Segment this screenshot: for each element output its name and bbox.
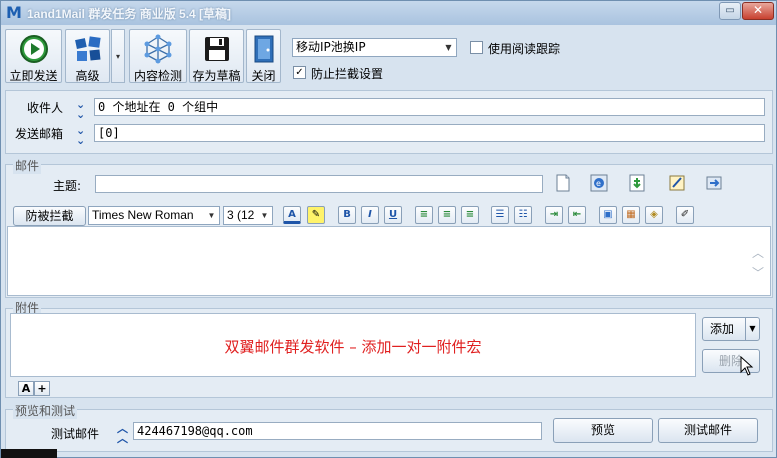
expand-recipients-icon[interactable]: ⌄ ⌄: [76, 99, 85, 120]
play-icon: [19, 35, 48, 63]
format-toolbar: A ✎ B I U ≡ ≡ ≡ ☰ ☷ ⇥ ⇤ ▣ ▦ ◈ ✐: [1, 202, 777, 228]
bold-button[interactable]: B: [338, 206, 356, 224]
floppy-disk-icon: [204, 37, 229, 61]
add-attachment-button[interactable]: 添加 ▼: [702, 317, 760, 341]
preview-section-title: 预览和测试: [13, 402, 78, 419]
insert-image-icon[interactable]: ▣: [599, 206, 617, 224]
read-tracking-label: 使用阅读跟踪: [488, 42, 561, 56]
content-check-button[interactable]: 内容检测: [129, 29, 187, 83]
italic-button[interactable]: I: [361, 206, 379, 224]
subject-label: 主题:: [52, 179, 81, 193]
font-larger-button[interactable]: +: [34, 381, 50, 396]
ip-mode-select[interactable]: 移动IP池换IP ▼: [292, 38, 457, 57]
door-icon: [254, 35, 273, 63]
chevron-down-icon[interactable]: ▼: [745, 318, 759, 340]
mail-body-editor[interactable]: ︿ ﹀: [7, 226, 771, 296]
app-logo-icon: M: [6, 3, 22, 22]
edit-note-icon[interactable]: [667, 173, 687, 193]
insert-table-icon[interactable]: ▦: [622, 206, 640, 224]
read-tracking-checkbox[interactable]: [470, 41, 483, 54]
recipients-field[interactable]: 0 个地址在 0 个组中: [94, 98, 765, 116]
add-label: 添加: [710, 322, 735, 336]
close-button[interactable]: 关闭: [246, 29, 281, 83]
promo-text: 双翼邮件群发软件 – 添加一对一附件宏: [224, 338, 482, 356]
network-icon: [144, 34, 172, 64]
advanced-label: 高级: [75, 69, 100, 83]
bullet-list-icon[interactable]: ☷: [514, 206, 532, 224]
grid-icon: [74, 36, 101, 61]
main-window: M 1and1Mail 群发任务 商业版 5.4 [草稿] ▭ ✕ 立即发送 高…: [0, 0, 777, 458]
ie-browser-icon[interactable]: e: [589, 173, 609, 193]
font-color-icon[interactable]: A: [283, 206, 301, 224]
underline-button[interactable]: U: [384, 206, 402, 224]
save-draft-button[interactable]: 存为草稿: [189, 29, 244, 83]
align-center-icon[interactable]: ≡: [438, 206, 456, 224]
test-email-input[interactable]: 424467198@qq.com: [133, 422, 542, 440]
content-check-label: 内容检测: [133, 69, 182, 83]
align-right-icon[interactable]: ≡: [461, 206, 479, 224]
insert-object-icon[interactable]: ◈: [645, 206, 663, 224]
subject-input[interactable]: [95, 175, 543, 193]
close-window-button[interactable]: ✕: [742, 2, 774, 20]
advanced-button[interactable]: 高级: [65, 29, 110, 83]
scroll-arrows-icon[interactable]: ︿ ﹀: [752, 243, 764, 283]
highlight-icon[interactable]: ✎: [307, 206, 325, 224]
indent-icon[interactable]: ⇥: [545, 206, 563, 224]
align-left-icon[interactable]: ≡: [415, 206, 433, 224]
import-icon[interactable]: [627, 173, 647, 193]
preview-button[interactable]: 预览: [553, 418, 653, 443]
anti-block-label: 防止拦截设置: [311, 67, 384, 81]
new-document-icon[interactable]: [553, 173, 573, 193]
test-email-label: 测试邮件: [50, 427, 99, 441]
advanced-dropdown-button[interactable]: ▾: [111, 29, 125, 83]
chevron-down-icon: ▼: [445, 43, 452, 52]
numbered-list-icon[interactable]: ☰: [491, 206, 509, 224]
edit-source-icon[interactable]: ✐: [676, 206, 694, 224]
svg-text:e: e: [596, 179, 601, 188]
minimize-button[interactable]: ▭: [719, 2, 741, 20]
expand-sender-icon[interactable]: ⌄ ⌄: [76, 125, 85, 146]
test-mail-button[interactable]: 测试邮件: [658, 418, 758, 443]
window-title: 1and1Mail 群发任务 商业版 5.4 [草稿]: [27, 7, 232, 21]
mouse-cursor-icon: [740, 356, 754, 376]
collapse-test-icon[interactable]: ︿ ︿: [117, 423, 128, 444]
font-smaller-button[interactable]: A: [18, 381, 34, 396]
ip-mode-value: 移动IP池换IP: [296, 40, 366, 54]
export-icon[interactable]: [704, 173, 724, 193]
send-now-button[interactable]: 立即发送: [5, 29, 62, 83]
title-bar[interactable]: M 1and1Mail 群发任务 商业版 5.4 [草稿] ▭ ✕: [1, 1, 776, 25]
mail-section-title: 邮件: [13, 157, 42, 174]
outdent-icon[interactable]: ⇤: [568, 206, 586, 224]
to-label: 收件人: [26, 101, 63, 115]
attachment-list[interactable]: 双翼邮件群发软件 – 添加一对一附件宏: [10, 313, 696, 377]
taskbar-fragment: [1, 449, 57, 458]
close-label: 关闭: [251, 69, 276, 83]
anti-block-checkbox[interactable]: ✓: [293, 66, 306, 79]
sender-label: 发送邮箱: [14, 127, 63, 141]
sender-field[interactable]: [0]: [94, 124, 765, 142]
send-now-label: 立即发送: [9, 69, 58, 83]
save-draft-label: 存为草稿: [192, 69, 241, 83]
